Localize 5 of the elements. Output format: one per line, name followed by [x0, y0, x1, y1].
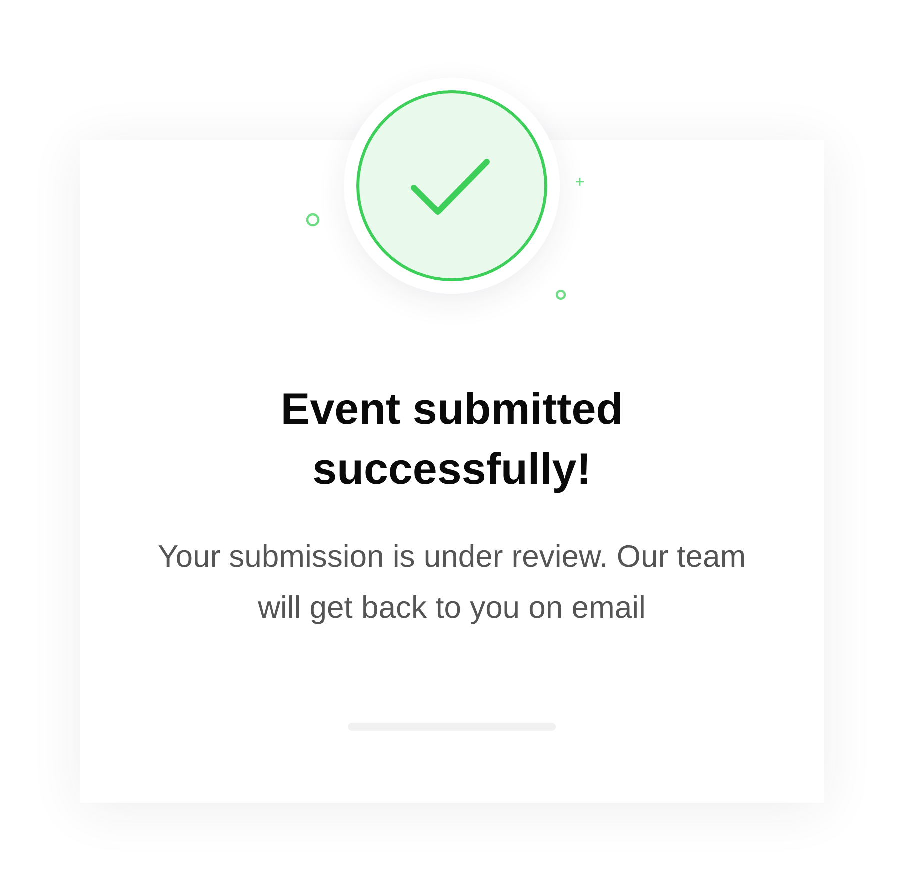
- ring-icon: [306, 213, 320, 227]
- plus-icon: [575, 177, 585, 187]
- dialog-message: Your submission is under review. Our team will get back to you on email: [156, 538, 748, 627]
- ring-icon: [555, 289, 567, 301]
- dialog-title: Event submitted successfully!: [280, 384, 624, 496]
